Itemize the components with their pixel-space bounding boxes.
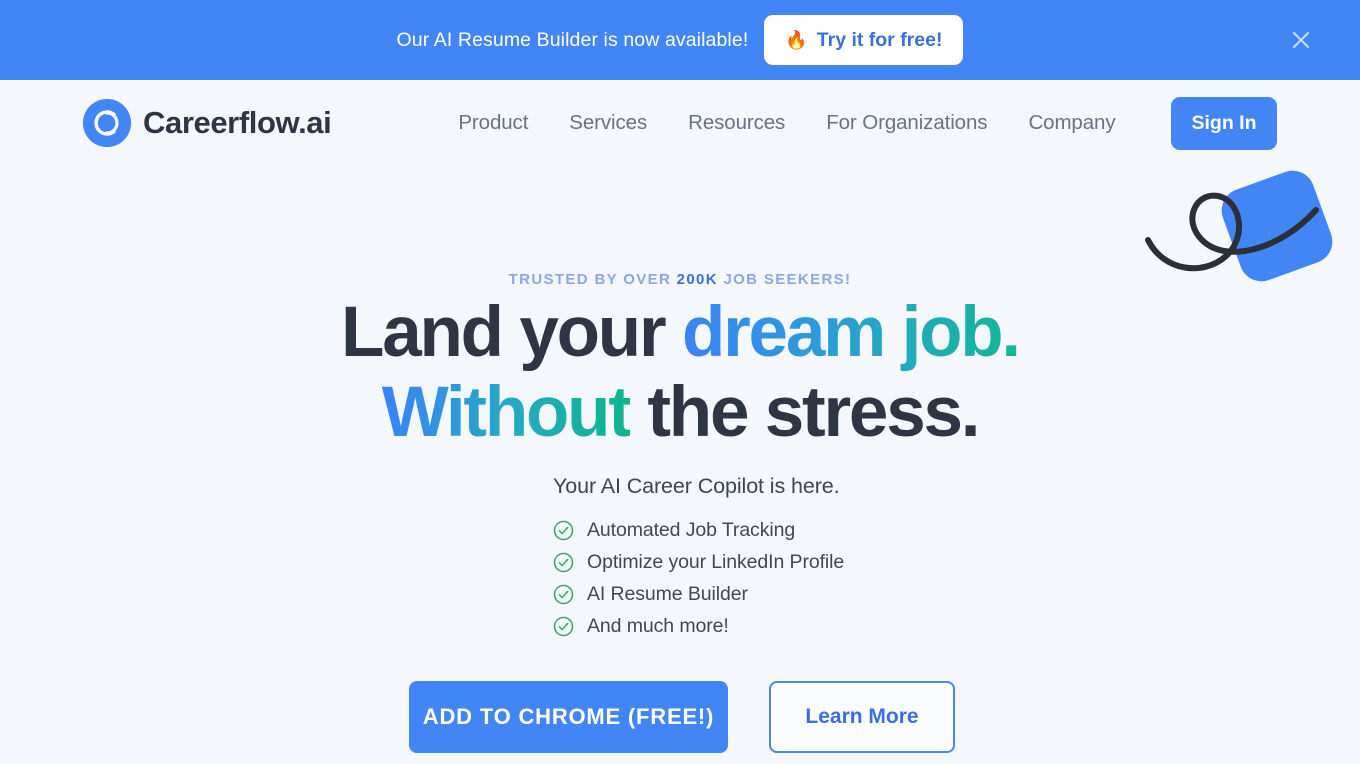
add-to-chrome-button[interactable]: ADD TO CHROME (FREE!) [409,681,728,753]
headline-line-2: Without the stress. [341,377,1019,448]
trusted-by-eyebrow: TRUSTED BY OVER 200K JOB SEEKERS! [509,271,852,288]
try-it-for-free-button[interactable]: 🔥 Try it for free! [764,15,964,65]
close-icon[interactable] [1288,27,1314,53]
list-item: Automated Job Tracking [553,514,844,546]
hero-subheadline: Your AI Career Copilot is here. [553,474,840,498]
careerflow-logo-icon [83,99,131,147]
nav-item-company[interactable]: Company [1028,111,1115,135]
hero-section: TRUSTED BY OVER 200K JOB SEEKERS! Land y… [0,166,1360,753]
fire-icon: 🔥 [785,30,808,50]
eyebrow-highlight: 200K [676,271,718,288]
list-item: Optimize your LinkedIn Profile [553,546,844,578]
nav-item-resources[interactable]: Resources [688,111,785,135]
list-item: And much more! [553,610,844,642]
eyebrow-suffix: JOB SEEKERS! [717,271,852,288]
headline-line-1: Land your dream job. [341,297,1021,368]
announcement-message: Our AI Resume Builder is now available! [396,28,749,51]
brand-logo[interactable]: Careerflow.ai [83,99,332,147]
check-circle-icon [553,520,574,541]
nav-item-services[interactable]: Services [569,111,647,135]
feature-label: Automated Job Tracking [587,518,796,541]
check-circle-icon [553,584,574,605]
site-header: Careerflow.ai Product Services Resources… [0,80,1360,166]
headline-gradient-1: dream job. [681,293,1021,372]
cta-row: ADD TO CHROME (FREE!) Learn More [409,681,955,753]
list-item: AI Resume Builder [553,578,844,610]
hero-body: Your AI Career Copilot is here. Automate… [0,474,1360,753]
learn-more-button[interactable]: Learn More [769,681,955,753]
headline-gradient-2: Without [381,373,632,452]
check-circle-icon [553,616,574,637]
announcement-banner: Our AI Resume Builder is now available! … [0,0,1360,80]
main-nav: Product Services Resources For Organizat… [458,111,1115,135]
feature-list: Automated Job Tracking Optimize your Lin… [553,514,844,642]
check-circle-icon [553,552,574,573]
try-it-for-free-label: Try it for free! [816,28,943,51]
headline-plain-2: the stress. [629,373,980,452]
sign-in-button[interactable]: Sign In [1171,96,1277,150]
page-title: Land your dream job. Without the stress. [341,297,1021,448]
headline-plain-1: Land your [341,293,682,372]
nav-item-for-organizations[interactable]: For Organizations [826,111,987,135]
brand-name: Careerflow.ai [143,105,332,140]
nav-item-product[interactable]: Product [458,111,528,135]
feature-label: And much more! [587,614,729,637]
feature-label: Optimize your LinkedIn Profile [587,550,845,573]
eyebrow-prefix: TRUSTED BY OVER [508,271,677,288]
feature-label: AI Resume Builder [587,582,748,605]
